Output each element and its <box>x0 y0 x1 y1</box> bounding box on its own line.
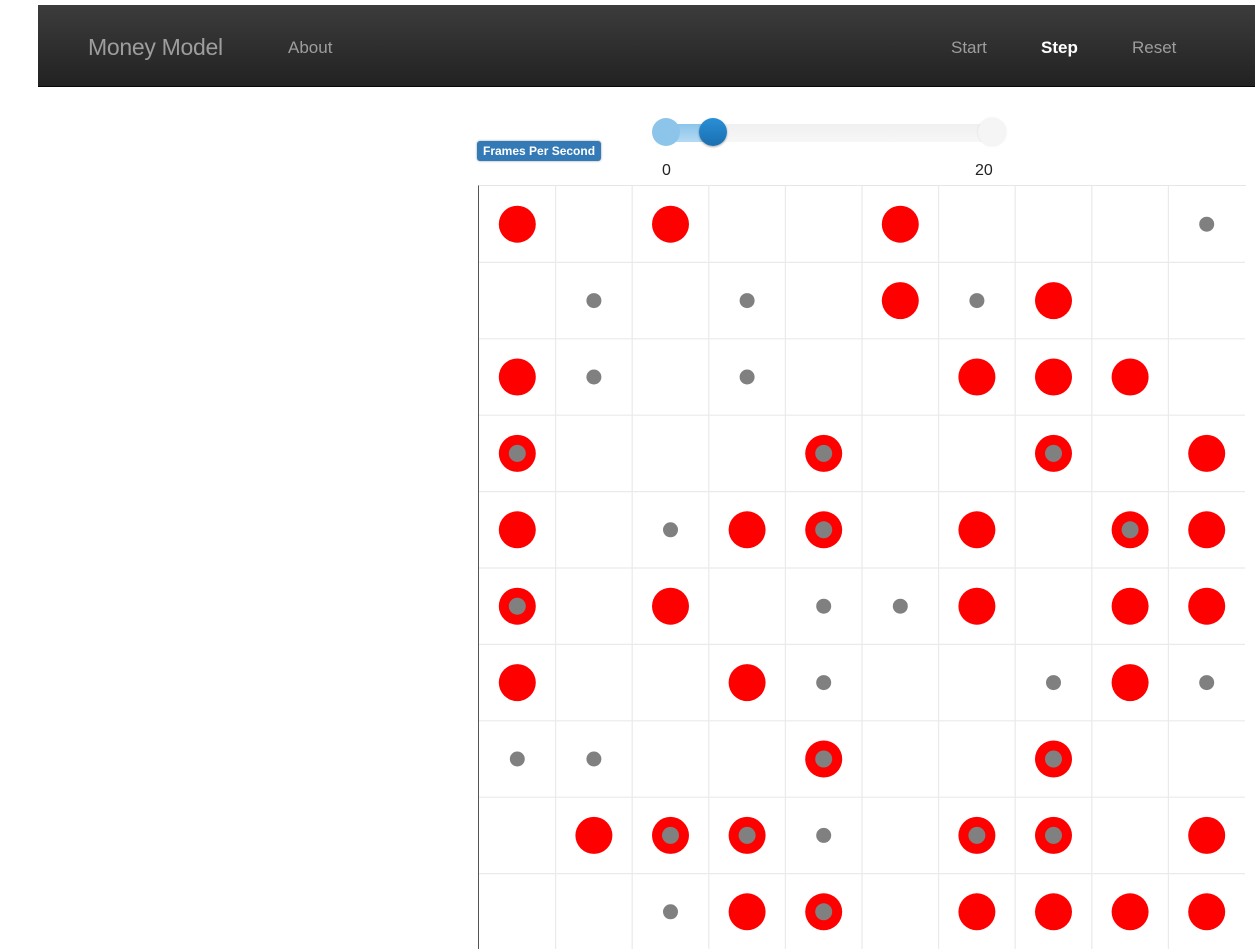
agent-without-money <box>969 293 985 309</box>
agent-with-money <box>1111 587 1149 625</box>
nav-step-link[interactable]: Step <box>1041 38 1078 58</box>
fps-min-label: 0 <box>662 162 671 179</box>
agent-with-money <box>1188 434 1226 472</box>
agent-without-money <box>508 444 526 462</box>
agent-with-money <box>498 358 536 396</box>
agent-with-money <box>728 664 766 702</box>
agent-with-money <box>498 205 536 243</box>
agent-without-money <box>508 597 526 615</box>
fps-slider-handle[interactable] <box>699 118 728 146</box>
agent-with-money <box>881 205 919 243</box>
fps-slider-end-cap <box>978 118 1006 146</box>
agent-without-money <box>662 826 679 844</box>
agent-with-money <box>728 893 766 931</box>
fps-label: Frames Per Second <box>477 141 602 161</box>
agent-without-money <box>1046 675 1061 691</box>
agent-with-money <box>728 511 766 549</box>
nav-start-link[interactable]: Start <box>951 38 987 58</box>
nav-about-link[interactable]: About <box>288 38 332 58</box>
agent-with-money <box>1111 358 1149 396</box>
agent-without-money <box>968 826 986 844</box>
agent-with-money <box>1188 816 1226 854</box>
agent-without-money <box>816 675 832 691</box>
agent-without-money <box>816 598 832 614</box>
agent-with-money <box>1188 511 1226 549</box>
brand-link[interactable]: Money Model <box>88 34 223 61</box>
agent-with-money <box>958 587 996 625</box>
agent-without-money <box>739 369 755 385</box>
agent-without-money <box>816 827 832 843</box>
agent-with-money <box>498 511 536 549</box>
agent-with-money <box>1035 358 1072 396</box>
navbar: Money Model About Start Step Reset <box>38 5 1255 87</box>
agent-without-money <box>586 751 602 767</box>
agent-without-money <box>1045 750 1062 768</box>
agent-with-money <box>1188 893 1226 931</box>
fps-slider-start-cap <box>652 118 680 146</box>
agent-with-money <box>958 511 996 549</box>
agent-without-money <box>815 750 833 768</box>
agent-grid <box>479 186 1245 949</box>
agent-without-money <box>1121 521 1139 539</box>
agent-without-money <box>738 826 756 844</box>
agent-with-money <box>575 816 613 854</box>
agent-without-money <box>1045 444 1062 462</box>
agent-with-money <box>1188 587 1226 625</box>
agent-without-money <box>1199 216 1215 232</box>
agent-without-money <box>586 293 602 309</box>
agent-without-money <box>663 522 678 538</box>
agent-without-money <box>663 904 678 920</box>
agent-without-money <box>586 369 602 385</box>
agent-without-money <box>509 751 525 767</box>
agent-with-money <box>652 205 689 243</box>
fps-max-label: 20 <box>975 162 993 179</box>
agent-with-money <box>652 587 689 625</box>
agent-with-money <box>498 664 536 702</box>
nav-reset-link[interactable]: Reset <box>1132 38 1176 58</box>
agent-with-money <box>1111 664 1149 702</box>
agent-without-money <box>1199 675 1215 691</box>
agent-with-money <box>1035 893 1072 931</box>
agent-with-money <box>1111 893 1149 931</box>
agent-without-money <box>1045 826 1062 844</box>
agent-without-money <box>892 598 908 614</box>
agent-with-money <box>1035 282 1072 320</box>
agent-without-money <box>815 521 833 539</box>
agent-without-money <box>739 293 755 309</box>
agent-without-money <box>815 903 833 921</box>
agent-with-money <box>958 358 996 396</box>
agent-with-money <box>958 893 996 931</box>
agent-without-money <box>815 444 833 462</box>
agent-with-money <box>881 282 919 320</box>
